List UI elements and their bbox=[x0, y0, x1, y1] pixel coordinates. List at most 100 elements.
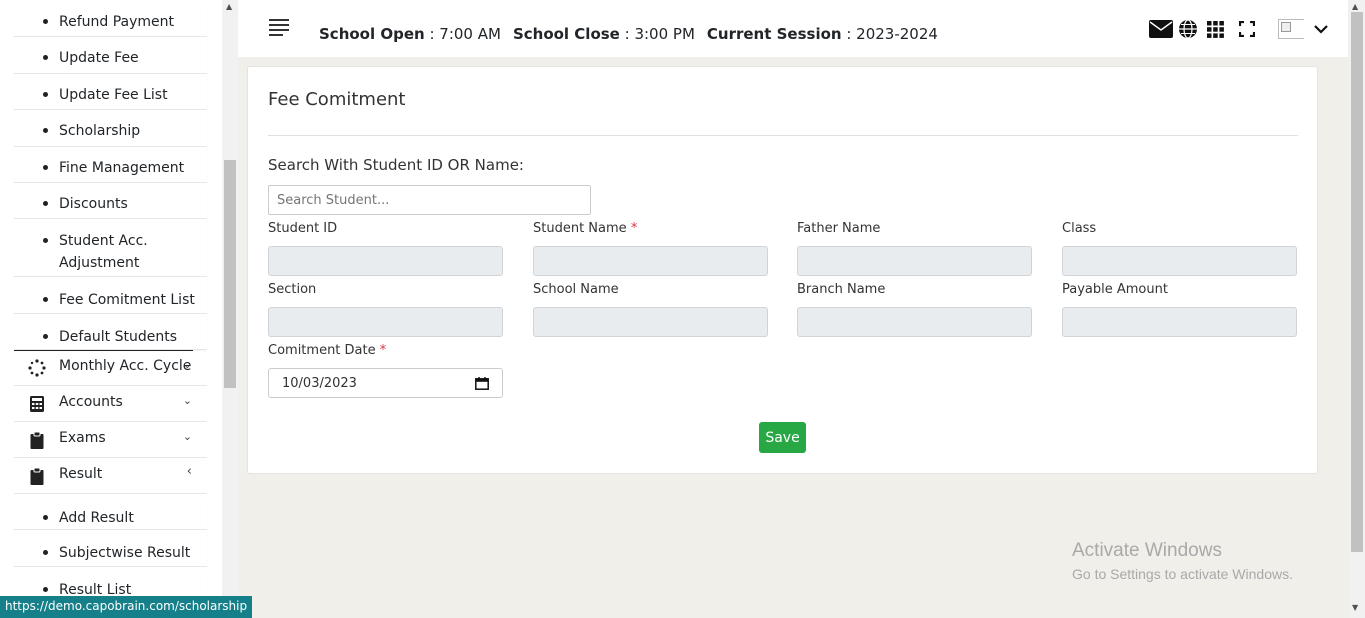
menu-toggle-icon[interactable] bbox=[269, 19, 289, 36]
bullet bbox=[43, 19, 48, 24]
sidebar-item-label: Accounts bbox=[59, 394, 123, 410]
top-header: School Open : 7:00 AM School Close : 3:00… bbox=[238, 0, 1348, 57]
student-name-label-text: Student Name bbox=[533, 221, 627, 236]
sidebar-scrollbar-thumb[interactable] bbox=[224, 160, 236, 388]
sidebar-item-label: Refund Payment bbox=[59, 14, 175, 30]
session-value: : 2023-2024 bbox=[841, 25, 938, 43]
scroll-up-arrow-icon[interactable]: ▲ bbox=[1352, 2, 1358, 11]
school-open-label: School Open bbox=[319, 25, 425, 43]
avatar[interactable] bbox=[1278, 19, 1304, 39]
bullet bbox=[43, 587, 48, 592]
activate-windows-title: Activate Windows bbox=[1072, 540, 1222, 561]
comitment-date-input[interactable]: 10/03/2023 bbox=[268, 368, 503, 398]
sidebar-item-fine-management[interactable]: Fine Management bbox=[14, 147, 207, 183]
activate-windows-subtitle: Go to Settings to activate Windows. bbox=[1072, 566, 1293, 582]
chevron-down-icon: ⌄ bbox=[182, 394, 192, 407]
student-name-label: Student Name * bbox=[533, 221, 637, 236]
fullscreen-icon[interactable] bbox=[1234, 18, 1260, 40]
search-input[interactable] bbox=[268, 185, 591, 215]
divider bbox=[268, 135, 1298, 136]
spinner-icon bbox=[28, 359, 46, 377]
bullet bbox=[43, 297, 48, 302]
school-open-value: : 7:00 AM bbox=[424, 25, 501, 43]
school-info: School Open : 7:00 AM School Close : 3:00… bbox=[319, 25, 938, 43]
sidebar-item-label: Subjectwise Result bbox=[59, 545, 191, 561]
sidebar-item-update-fee-list[interactable]: Update Fee List bbox=[14, 74, 207, 110]
bullet bbox=[43, 515, 48, 520]
school-close-value: : 3:00 PM bbox=[619, 25, 695, 43]
search-label: Search With Student ID OR Name: bbox=[268, 156, 524, 174]
sidebar-item-accounts[interactable]: Accounts ⌄ bbox=[14, 386, 207, 422]
header-icons bbox=[1147, 18, 1334, 40]
sidebar-item-default-students[interactable]: Default Students bbox=[14, 314, 207, 350]
sidebar-item-result[interactable]: Result ‹ bbox=[14, 458, 207, 494]
sidebar-item-refund-payment[interactable]: Refund Payment bbox=[14, 0, 207, 37]
sidebar-item-update-fee[interactable]: Update Fee bbox=[14, 37, 207, 74]
branch-name-label: Branch Name bbox=[797, 282, 886, 297]
student-id-field[interactable] bbox=[268, 246, 503, 276]
main-scrollbar-thumb[interactable] bbox=[1351, 12, 1363, 552]
school-name-field[interactable] bbox=[533, 307, 768, 337]
bullet bbox=[43, 55, 48, 60]
sidebar-item-fee-comitment-list[interactable]: Fee Comitment List bbox=[14, 277, 207, 314]
section-label: Section bbox=[268, 282, 317, 297]
save-button[interactable]: Save bbox=[759, 422, 806, 453]
class-field[interactable] bbox=[1062, 246, 1297, 276]
sidebar-item-label: Update Fee bbox=[59, 50, 139, 66]
father-name-label: Father Name bbox=[797, 221, 881, 236]
date-value: 10/03/2023 bbox=[282, 376, 357, 391]
payable-amount-label: Payable Amount bbox=[1062, 282, 1168, 297]
sidebar-item-label: Fee Comitment List bbox=[59, 292, 195, 308]
fee-comitment-card: Fee Comitment Search With Student ID OR … bbox=[247, 66, 1318, 474]
section-field[interactable] bbox=[268, 307, 503, 337]
sidebar: Refund Payment Update Fee Update Fee Lis… bbox=[0, 0, 222, 618]
student-name-field[interactable] bbox=[533, 246, 768, 276]
chevron-down-icon: ⌄ bbox=[182, 358, 192, 371]
sidebar-item-label-line2: Adjustment bbox=[59, 255, 140, 271]
bullet bbox=[43, 238, 48, 243]
bullet bbox=[43, 201, 48, 206]
sidebar-item-scholarship[interactable]: Scholarship bbox=[14, 110, 207, 147]
payable-amount-field[interactable] bbox=[1062, 307, 1297, 337]
bullet bbox=[43, 128, 48, 133]
calculator-icon bbox=[30, 396, 44, 412]
calendar-icon[interactable] bbox=[475, 377, 489, 390]
required-mark: * bbox=[630, 221, 638, 236]
sidebar-item-label: Student Acc. bbox=[59, 233, 148, 249]
sidebar-item-label: Update Fee List bbox=[59, 87, 168, 103]
clipboard-icon bbox=[30, 431, 44, 449]
branch-name-field[interactable] bbox=[797, 307, 1032, 337]
sidebar-item-subjectwise-result[interactable]: Subjectwise Result bbox=[14, 530, 207, 567]
sidebar-item-student-acc-adjustment[interactable]: Student Acc. Adjustment bbox=[14, 219, 207, 277]
sidebar-item-exams[interactable]: Exams ⌄ bbox=[14, 422, 207, 458]
sidebar-item-label: Exams bbox=[59, 430, 106, 446]
father-name-field[interactable] bbox=[797, 246, 1032, 276]
clipboard-icon bbox=[30, 467, 44, 485]
sidebar-item-discounts[interactable]: Discounts bbox=[14, 183, 207, 219]
required-mark: * bbox=[379, 343, 387, 358]
sidebar-item-label: Scholarship bbox=[59, 123, 141, 139]
bullet bbox=[43, 550, 48, 555]
student-id-label: Student ID bbox=[268, 221, 338, 236]
scroll-up-arrow-icon[interactable]: ▲ bbox=[226, 2, 232, 11]
envelope-icon[interactable] bbox=[1148, 18, 1174, 40]
session-label: Current Session bbox=[706, 25, 842, 43]
sidebar-item-monthly-acc-cycle[interactable]: Monthly Acc. Cycle ⌄ bbox=[14, 350, 207, 386]
globe-icon[interactable] bbox=[1175, 18, 1201, 40]
chevron-left-icon: ‹ bbox=[186, 464, 192, 479]
school-name-label: School Name bbox=[533, 282, 619, 297]
sidebar-item-label: Fine Management bbox=[59, 160, 185, 176]
sidebar-item-label: Default Students bbox=[59, 329, 178, 345]
sidebar-item-label: Monthly Acc. Cycle bbox=[59, 358, 192, 374]
school-close-label: School Close bbox=[512, 25, 620, 43]
class-label: Class bbox=[1062, 221, 1097, 236]
sidebar-item-label: Add Result bbox=[59, 510, 134, 526]
chevron-down-icon[interactable] bbox=[1308, 18, 1334, 40]
sidebar-item-label: Discounts bbox=[59, 196, 128, 212]
grid-icon[interactable] bbox=[1202, 18, 1228, 40]
chevron-down-icon: ⌄ bbox=[182, 430, 192, 443]
bullet bbox=[43, 165, 48, 170]
sidebar-item-label: Result bbox=[59, 466, 103, 482]
scroll-down-arrow-icon[interactable]: ▼ bbox=[1352, 603, 1358, 612]
sidebar-item-add-result[interactable]: Add Result bbox=[14, 500, 207, 530]
